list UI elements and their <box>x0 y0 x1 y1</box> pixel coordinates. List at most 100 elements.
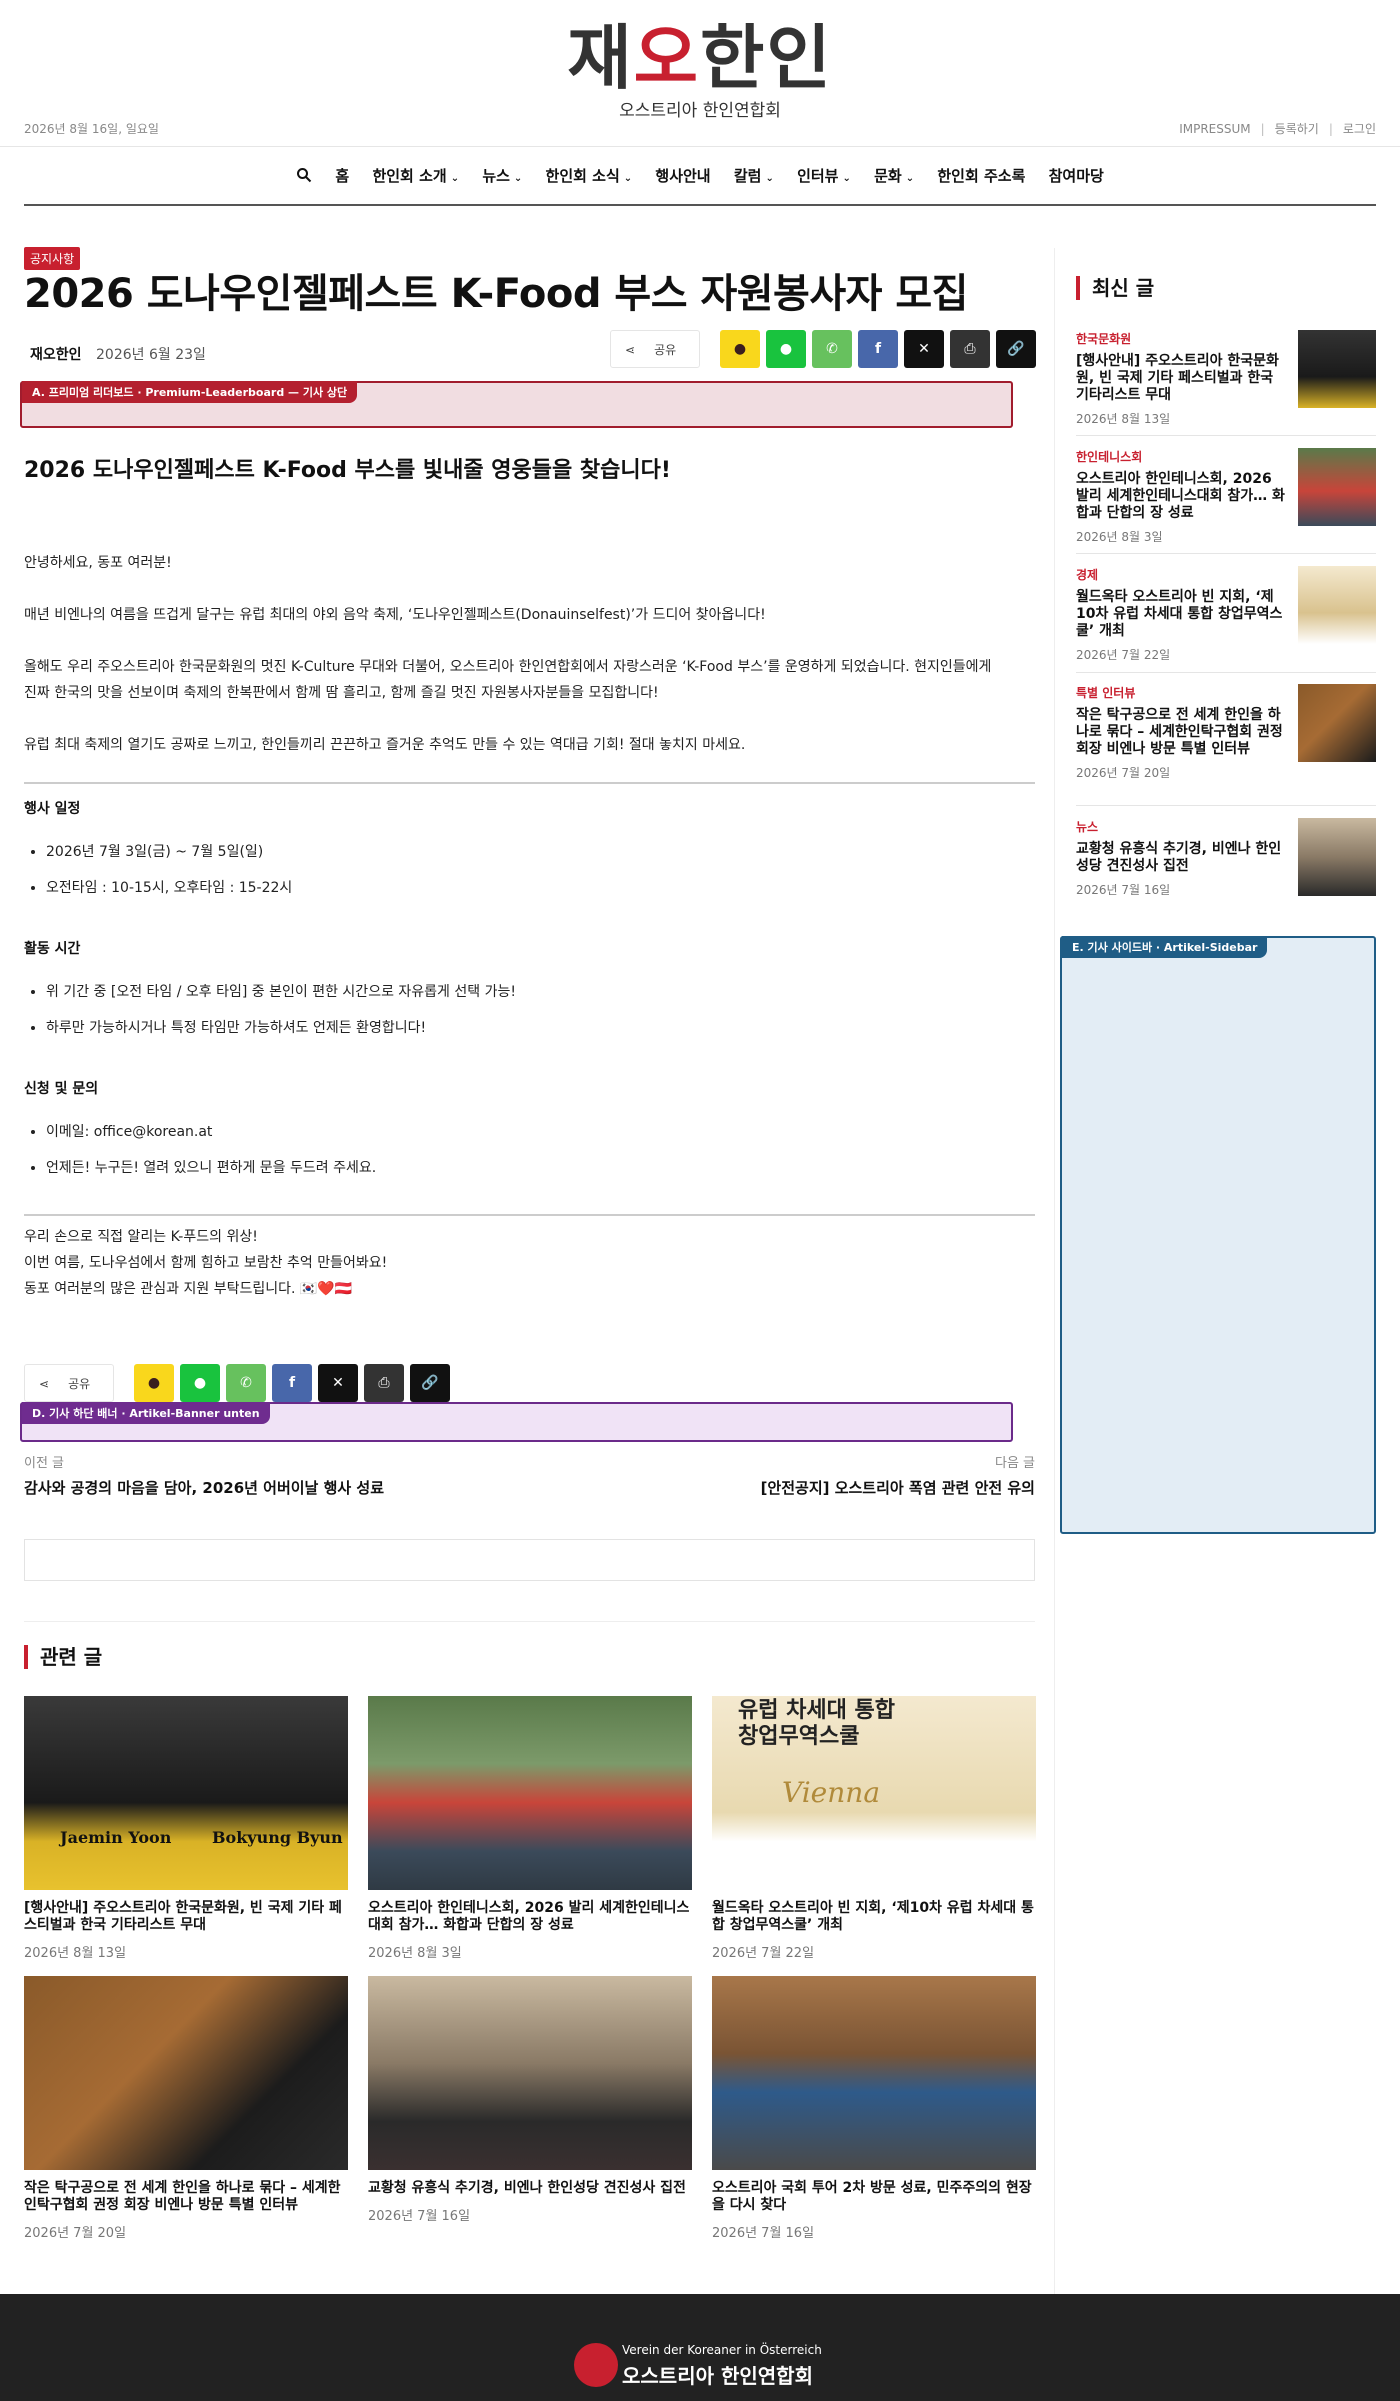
paragraph: 매년 비엔나의 여름을 뜨겁게 달구는 유럽 최대의 야외 음악 축제, ‘도나… <box>24 607 766 623</box>
logo-text-b: 오 <box>633 16 700 99</box>
share-label: 공유 <box>68 1377 91 1391</box>
list: 위 기간 중 [오전 타임 / 오후 타임] 중 본인이 편한 시간으로 자유롭… <box>24 974 516 1046</box>
related-card[interactable]: 교황청 유흥식 추기경, 비엔나 한인성당 견진성사 집전 2026년 7월 1… <box>368 1976 692 2224</box>
card-image <box>368 1696 692 1890</box>
nav-item-community-news[interactable]: 한인회 소식 ⌄ <box>546 165 633 186</box>
article-meta: 재오한인 2026년 6월 23일 ⋖ 공유 ● ● ✆ f ✕ ⎙ 🔗 <box>24 326 1036 368</box>
sidebar-post-title: 오스트리아 한인테니스회, 2026 발리 세계한인테니스대회 참가… 화합과 … <box>1076 471 1285 521</box>
paragraph: 올해도 우리 주오스트리아 한국문화원의 멋진 K-Culture 무대와 더불… <box>24 659 992 675</box>
nav-item-events[interactable]: 행사안내 <box>655 165 710 186</box>
nav-item-about[interactable]: 한인회 소개 ⌄ <box>372 165 459 186</box>
logo-text-c: 한인 <box>700 16 833 99</box>
next-post[interactable]: 다음 글 [안전공지] 오스트리아 폭염 관련 안전 유의 <box>761 1452 1035 1498</box>
kakao-share-button[interactable]: ● <box>134 1364 174 1402</box>
chevron-down-icon: ⌄ <box>905 173 915 184</box>
x-share-button[interactable]: ✕ <box>904 330 944 368</box>
sidebar-post-title: 월드옥타 오스트리아 빈 지회, ‘제10차 유럽 차세대 통합 창업무역스쿨’… <box>1076 589 1283 639</box>
section-heading: 신청 및 문의 <box>24 1081 99 1097</box>
divider <box>1076 672 1376 673</box>
related-card[interactable]: 작은 탁구공으로 전 세계 한인을 하나로 묶다 – 세계한인탁구협회 권정 회… <box>24 1976 348 2241</box>
nav-item-participate[interactable]: 참여마당 <box>1049 165 1104 186</box>
article-author[interactable]: 재오한인 <box>30 344 82 364</box>
divider <box>1076 553 1376 554</box>
nav-item-home[interactable]: 홈 <box>335 165 349 186</box>
login-link[interactable]: 로그인 <box>1343 122 1376 136</box>
header-date: 2026년 8월 16일, 일요일 <box>24 122 159 136</box>
card-title: 월드옥타 오스트리아 빈 지회, ‘제10차 유럽 차세대 통합 창업무역스쿨’… <box>712 1900 1034 1933</box>
paragraph: 안녕하세요, 동포 여러분! <box>24 555 172 571</box>
sidebar-post-title: 교황청 유흥식 추기경, 비엔나 한인성당 견진성사 집전 <box>1076 841 1282 874</box>
card-title: [행사안내] 주오스트리아 한국문화원, 빈 국제 기타 페스티벌과 한국 기타… <box>24 1900 342 1933</box>
card-title: 교황청 유흥식 추기경, 비엔나 한인성당 견진성사 집전 <box>368 2180 686 2196</box>
site-logo[interactable]: 재오한인 오스트리아 한인연합회 <box>0 16 1400 122</box>
divider <box>1076 435 1376 436</box>
sidebar-post-title: 작은 탁구공으로 전 세계 한인을 하나로 묶다 – 세계한인탁구협회 권정 회… <box>1076 707 1283 757</box>
footer-logo[interactable] <box>574 2343 618 2387</box>
card-date: 2026년 7월 16일 <box>712 2226 815 2241</box>
logo-subtitle: 오스트리아 한인연합회 <box>619 101 781 121</box>
section-heading: 활동 시간 <box>24 941 81 957</box>
sidebar-post[interactable]: 한국문화원 [행사안내] 주오스트리아 한국문화원, 빈 국제 기타 페스티벌과… <box>1076 330 1376 427</box>
share-toggle[interactable]: ⋖ 공유 <box>610 330 700 368</box>
sidebar-post[interactable]: 뉴스 교황청 유흥식 추기경, 비엔나 한인성당 견진성사 집전 2026년 7… <box>1076 818 1376 898</box>
site-header: 재오한인 오스트리아 한인연합회 2026년 8월 16일, 일요일 IMPRE… <box>0 0 1400 150</box>
related-card[interactable]: 오스트리아 국회 투어 2차 방문 성료, 민주주의의 현장을 다시 찾다 20… <box>712 1976 1036 2241</box>
facebook-share-button[interactable]: f <box>272 1364 312 1402</box>
list-item: 오전타임 : 10-15시, 오후타임 : 15-22시 <box>46 870 292 906</box>
naver-share-button[interactable]: ● <box>766 330 806 368</box>
whatsapp-share-button[interactable]: ✆ <box>226 1364 266 1402</box>
header-divider <box>0 146 1400 147</box>
whatsapp-share-button[interactable]: ✆ <box>812 330 852 368</box>
logo-text-a: 재 <box>567 16 634 99</box>
share-toggle[interactable]: ⋖ 공유 <box>24 1364 114 1402</box>
ad-leaderboard-top[interactable]: A. 프리미엄 리더보드 · Premium-Leaderboard — 기사 … <box>20 381 1013 428</box>
card-date: 2026년 7월 20일 <box>24 2226 127 2241</box>
ad-label: E. 기사 사이드바 · Artikel-Sidebar <box>1062 936 1268 958</box>
list-item: 위 기간 중 [오전 타임 / 오후 타임] 중 본인이 편한 시간으로 자유롭… <box>46 974 516 1010</box>
sidebar-thumb <box>1298 684 1376 762</box>
chevron-down-icon: ⌄ <box>842 173 851 184</box>
facebook-share-button[interactable]: f <box>858 330 898 368</box>
prev-label: 이전 글 <box>24 1456 65 1471</box>
nav-item-directory[interactable]: 한인회 주소록 <box>937 165 1025 186</box>
sidebar-thumb <box>1298 330 1376 408</box>
print-button[interactable]: ⎙ <box>950 330 990 368</box>
nav-item-culture[interactable]: 문화 ⌄ <box>874 165 914 186</box>
sidebar-thumb <box>1298 818 1376 896</box>
x-share-button[interactable]: ✕ <box>318 1364 358 1402</box>
list-item: 이메일: office@korean.at <box>46 1114 376 1150</box>
nav-item-news[interactable]: 뉴스 ⌄ <box>482 165 522 186</box>
ad-banner-bottom[interactable]: D. 기사 하단 배너 · Artikel-Banner unten <box>20 1402 1013 1442</box>
sidebar-post-date: 2026년 7월 20일 <box>1076 766 1171 780</box>
impressum-link[interactable]: IMPRESSUM <box>1179 122 1250 136</box>
sidebar-post[interactable]: 특별 인터뷰 작은 탁구공으로 전 세계 한인을 하나로 묶다 – 세계한인탁구… <box>1076 684 1376 781</box>
footer-org-name-ko: 오스트리아 한인연합회 <box>622 2364 813 2388</box>
divider <box>1076 805 1376 806</box>
register-link[interactable]: 등록하기 <box>1275 122 1319 136</box>
copy-link-button[interactable]: 🔗 <box>410 1364 450 1402</box>
article-subtitle: 2026 도나우인젤페스트 K-Food 부스를 빛내줄 영웅들을 찾습니다! <box>24 458 671 483</box>
related-card[interactable]: 오스트리아 한인테니스회, 2026 발리 세계한인테니스대회 참가… 화합과 … <box>368 1696 692 1961</box>
sidebar-post[interactable]: 경제 월드옥타 오스트리아 빈 지회, ‘제10차 유럽 차세대 통합 창업무역… <box>1076 566 1376 663</box>
comment-box[interactable] <box>24 1539 1035 1581</box>
print-button[interactable]: ⎙ <box>364 1364 404 1402</box>
search-icon[interactable] <box>296 167 312 185</box>
copy-link-button[interactable]: 🔗 <box>996 330 1036 368</box>
paragraph: 유럽 최대 축제의 열기도 공짜로 느끼고, 한인들끼리 끈끈하고 즐거운 추억… <box>24 737 746 753</box>
main-nav: 홈 한인회 소개 ⌄ 뉴스 ⌄ 한인회 소식 ⌄ 행사안내 칼럼 ⌄ 인터뷰 ⌄ 문화 ⌄ … <box>0 165 1400 186</box>
kakao-share-button[interactable]: ● <box>720 330 760 368</box>
chevron-down-icon: ⌄ <box>623 173 633 184</box>
nav-item-interview[interactable]: 인터뷰 ⌄ <box>797 165 851 186</box>
paragraph: 우리 손으로 직접 알리는 K-푸드의 위상! <box>24 1229 258 1245</box>
related-card[interactable]: Jaemin Yoon Bokyung Byun [행사안내] 주오스트리아 한… <box>24 1696 348 1961</box>
related-card[interactable]: 유럽 차세대 통합 창업무역스쿨 Vienna 월드옥타 오스트리아 빈 지회,… <box>712 1696 1036 1961</box>
category-badge[interactable]: 공지사항 <box>24 247 81 270</box>
next-title: [안전공지] 오스트리아 폭염 관련 안전 유의 <box>760 1479 1035 1497</box>
sidebar-post[interactable]: 한인테니스회 오스트리아 한인테니스회, 2026 발리 세계한인테니스대회 참… <box>1076 448 1376 545</box>
nav-item-column[interactable]: 칼럼 ⌄ <box>734 165 774 186</box>
sidebar-thumb <box>1298 566 1376 644</box>
prev-post[interactable]: 이전 글 감사와 공경의 마음을 담아, 2026년 어버이날 행사 성료 <box>24 1452 384 1498</box>
naver-share-button[interactable]: ● <box>180 1364 220 1402</box>
ad-sidebar[interactable]: E. 기사 사이드바 · Artikel-Sidebar <box>1060 936 1376 1534</box>
card-image-caption: Vienna <box>782 1776 881 1809</box>
